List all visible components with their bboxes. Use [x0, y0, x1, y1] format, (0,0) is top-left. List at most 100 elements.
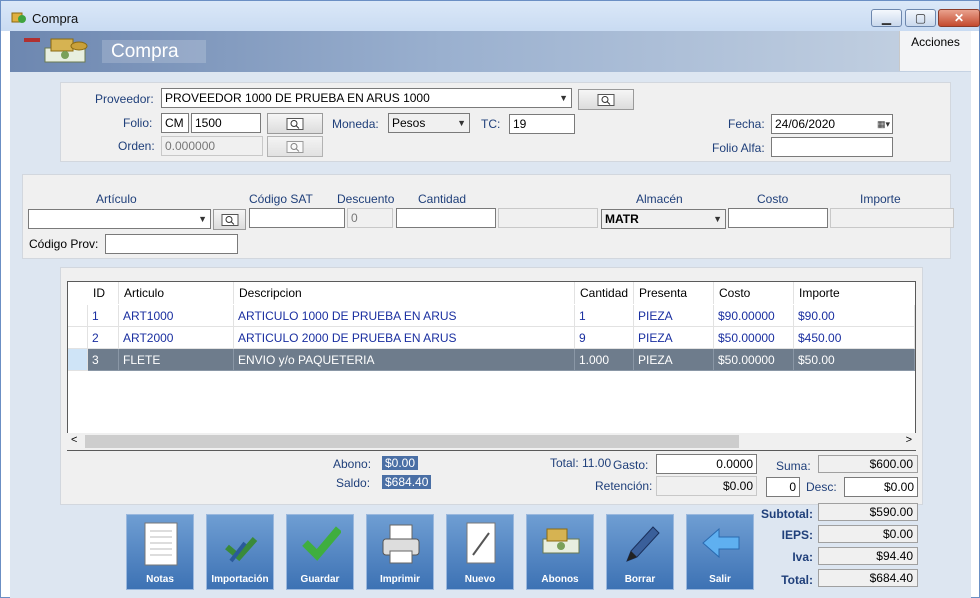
minimize-button[interactable]: ▁	[871, 9, 902, 27]
subtotal-value: $590.00	[818, 503, 918, 521]
items-grid: ID Articulo Descripcion Cantidad Present…	[67, 281, 916, 451]
salir-button[interactable]: Salir	[686, 514, 754, 590]
codigo-prov-field[interactable]	[105, 234, 238, 254]
table-row[interactable]: 1 ART1000 ARTICULO 1000 DE PRUEBA EN ARU…	[68, 305, 915, 327]
moneda-label: Moneda:	[332, 117, 379, 131]
row-header[interactable]	[68, 327, 88, 349]
guardar-button[interactable]: Guardar	[286, 514, 354, 590]
col-presenta[interactable]: Presenta	[634, 282, 714, 304]
moneda-select[interactable]: Pesos ▼	[388, 113, 470, 133]
proveedor-select[interactable]: PROVEEDOR 1000 DE PRUEBA EN ARUS 1000 ▼	[161, 88, 572, 108]
cell-articulo: ART1000	[119, 305, 234, 327]
proveedor-value: PROVEEDOR 1000 DE PRUEBA EN ARUS 1000	[165, 91, 430, 105]
app-icon	[11, 12, 26, 23]
total-label: Total:	[781, 573, 813, 587]
cell-costo: $50.00000	[714, 327, 794, 349]
cell-presenta: PIEZA	[634, 349, 714, 371]
cantidad-field[interactable]	[396, 208, 496, 228]
codigo-prov-label: Código Prov:	[29, 237, 99, 251]
articulo-header: Artículo	[96, 192, 137, 206]
row-header[interactable]	[68, 305, 88, 327]
suma-value: $600.00	[818, 455, 918, 473]
red-bar-icon	[24, 38, 40, 42]
importacion-button[interactable]: Importación	[206, 514, 274, 590]
horizontal-scrollbar[interactable]: < >	[67, 433, 916, 450]
chevron-right-icon[interactable]: >	[906, 434, 912, 446]
cell-articulo: FLETE	[119, 349, 234, 371]
abonos-button[interactable]: Abonos	[526, 514, 594, 590]
cell-cantidad: 9	[575, 327, 634, 349]
cell-descripcion: ARTICULO 1000 DE PRUEBA EN ARUS	[234, 305, 575, 327]
retencion-field[interactable]: $0.00	[656, 476, 757, 496]
gasto-field[interactable]: 0.0000	[656, 454, 757, 474]
costo-header: Costo	[757, 192, 789, 206]
fecha-picker[interactable]: 24/06/2020 ▦▾	[771, 114, 893, 134]
desc-label: Desc:	[806, 480, 837, 494]
notas-label: Notas	[146, 574, 174, 585]
codigo-sat-field[interactable]	[249, 208, 345, 228]
cell-cantidad: 1	[575, 305, 634, 327]
col-cantidad[interactable]: Cantidad	[575, 282, 634, 304]
table-row-selected[interactable]: 3 FLETE ENVIO y/o PAQUETERIA 1.000 PIEZA…	[68, 349, 915, 371]
iva-label: Iva:	[792, 550, 813, 564]
cell-descripcion: ARTICULO 2000 DE PRUEBA EN ARUS	[234, 327, 575, 349]
codigo-sat-header: Código SAT	[249, 192, 313, 206]
col-descripcion[interactable]: Descripcion	[234, 282, 575, 304]
nuevo-button[interactable]: Nuevo	[446, 514, 514, 590]
row-header[interactable]	[68, 349, 88, 371]
proveedor-search-button[interactable]	[578, 89, 634, 110]
tc-field[interactable]: 19	[509, 114, 575, 134]
almacen-select[interactable]: MATR ▼	[601, 209, 726, 229]
borrar-button[interactable]: Borrar	[606, 514, 674, 590]
search-icon	[221, 213, 238, 226]
orden-label: Orden:	[118, 139, 155, 153]
notas-button[interactable]: Notas	[126, 514, 194, 590]
table-row[interactable]: 2 ART2000 ARTICULO 2000 DE PRUEBA EN ARU…	[68, 327, 915, 349]
desc-field[interactable]: $0.00	[844, 477, 918, 497]
importacion-label: Importación	[211, 574, 269, 585]
salir-label: Salir	[709, 574, 731, 585]
close-icon: ✕	[953, 11, 965, 25]
orden-field[interactable]: 0.000000	[161, 136, 263, 156]
articulo-search-button[interactable]	[213, 209, 246, 230]
fecha-label: Fecha:	[728, 117, 765, 131]
minimize-icon: ▁	[881, 11, 892, 25]
tc-label: TC:	[481, 117, 501, 131]
folio-alfa-field[interactable]	[771, 137, 893, 157]
col-articulo[interactable]: Articulo	[119, 282, 234, 304]
ribbon-header: Compra	[10, 31, 971, 72]
folio-number-field[interactable]: 1500	[191, 113, 261, 133]
notes-icon	[144, 522, 178, 566]
printer-icon	[382, 524, 420, 564]
articulo-select[interactable]: ▼	[28, 209, 211, 229]
folio-series-field[interactable]: CM	[161, 113, 189, 133]
col-costo[interactable]: Costo	[714, 282, 794, 304]
close-button[interactable]: ✕	[938, 9, 980, 27]
suma-label: Suma:	[776, 459, 811, 473]
maximize-button[interactable]: ▢	[905, 9, 936, 27]
money-icon	[44, 38, 88, 63]
purchase-window: Compra ▁ ▢ ✕ Compra Acciones Proveedor: …	[0, 0, 980, 598]
chevron-left-icon[interactable]: <	[71, 434, 77, 446]
arrow-left-icon	[702, 527, 740, 559]
col-importe[interactable]: Importe	[794, 282, 915, 304]
descuento-field[interactable]: 0	[347, 208, 393, 228]
unit-field[interactable]	[498, 208, 598, 228]
folio-search-button[interactable]	[267, 113, 323, 134]
cell-id: 3	[88, 349, 119, 371]
imprimir-button[interactable]: Imprimir	[366, 514, 434, 590]
borrar-label: Borrar	[624, 574, 656, 585]
orden-search-button[interactable]	[267, 136, 323, 157]
scrollbar-thumb[interactable]	[85, 435, 739, 448]
costo-field[interactable]	[728, 208, 828, 228]
cell-costo: $50.00000	[714, 349, 794, 371]
cantidad-header: Cantidad	[418, 192, 467, 206]
col-id[interactable]: ID	[88, 282, 119, 304]
descuento-header: Descuento	[337, 192, 395, 206]
importe-field[interactable]	[830, 208, 954, 228]
chevron-down-icon: ▼	[457, 118, 466, 128]
desc-percent-field[interactable]: 0	[766, 477, 800, 497]
money-icon	[542, 528, 580, 554]
acciones-menu[interactable]: Acciones	[899, 31, 971, 71]
window-title: Compra	[32, 11, 79, 26]
